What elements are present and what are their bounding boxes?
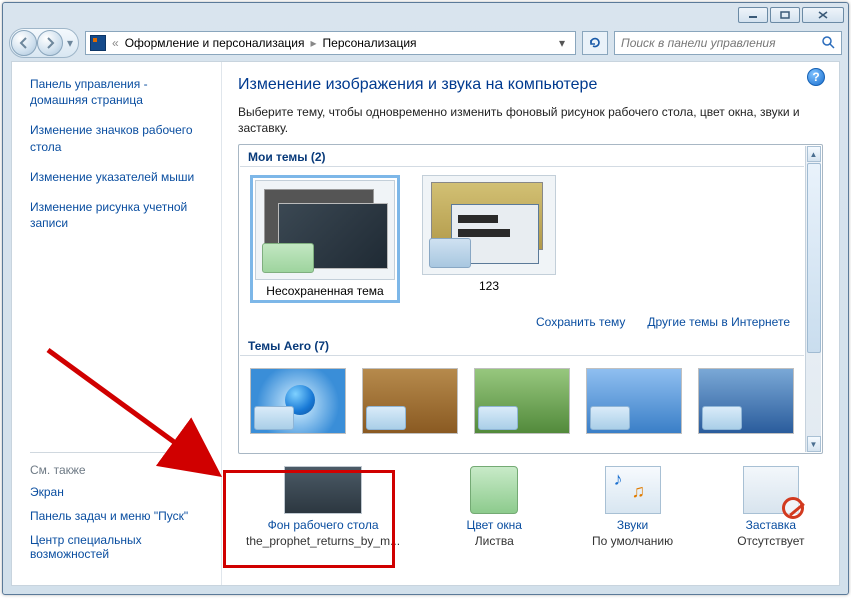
search-icon <box>821 35 835 52</box>
scroll-up-button[interactable]: ▲ <box>807 146 821 162</box>
window-color-value: Листва <box>475 534 514 548</box>
sounds-link[interactable]: Звуки <box>617 518 648 532</box>
forward-button[interactable] <box>37 30 63 56</box>
refresh-button[interactable] <box>582 31 608 55</box>
desktop-background-thumb <box>284 466 362 514</box>
maximize-button[interactable] <box>770 7 800 23</box>
theme-123[interactable]: 123 <box>420 175 558 303</box>
sounds-value: По умолчанию <box>592 534 673 548</box>
window-color-thumb <box>470 466 518 514</box>
theme-label: Несохраненная тема <box>266 284 383 298</box>
sidebar-link-desktop-icons[interactable]: Изменение значков рабочего стола <box>30 122 207 154</box>
save-theme-link[interactable]: Сохранить тему <box>536 315 625 329</box>
section-aero-themes: Темы Aero (7) <box>240 335 804 356</box>
search-placeholder: Поиск в панели управления <box>621 36 776 50</box>
page-description: Выберите тему, чтобы одновременно измени… <box>238 104 823 136</box>
screensaver-value: Отсутствует <box>737 534 804 548</box>
breadcrumb-chevron-icon: « <box>110 36 121 50</box>
breadcrumb-personalization[interactable]: Персонализация <box>319 36 421 50</box>
sidebar-link-account-picture[interactable]: Изменение рисунка учетной записи <box>30 199 207 231</box>
scroll-down-button[interactable]: ▼ <box>807 436 821 452</box>
themes-list: Мои темы (2) Несохраненная тема <box>238 144 823 454</box>
address-dropdown-icon[interactable]: ▾ <box>553 36 571 50</box>
setting-sounds[interactable]: Звуки По умолчанию <box>588 466 676 548</box>
window-color-link[interactable]: Цвет окна <box>467 518 522 532</box>
theme-unsaved[interactable]: Несохраненная тема <box>250 175 400 303</box>
theme-aero-nature[interactable] <box>698 368 794 434</box>
setting-screensaver[interactable]: Заставка Отсутствует <box>727 466 815 548</box>
sidebar-link-mouse-pointers[interactable]: Изменение указателей мыши <box>30 169 207 185</box>
sounds-thumb <box>605 466 661 514</box>
theme-aero-windows7[interactable] <box>250 368 346 434</box>
control-panel-home-link[interactable]: Панель управления - домашняя страница <box>30 76 207 108</box>
theme-label: 123 <box>479 279 499 293</box>
section-my-themes: Мои темы (2) <box>240 146 804 167</box>
see-also-display[interactable]: Экран <box>30 485 207 499</box>
minimize-button[interactable] <box>738 7 768 23</box>
breadcrumb-appearance[interactable]: Оформление и персонализация <box>121 36 309 50</box>
breadcrumb-chevron-icon: ▸ <box>308 36 318 50</box>
setting-window-color[interactable]: Цвет окна Листва <box>450 466 538 548</box>
theme-aero-landscapes[interactable] <box>586 368 682 434</box>
see-also-header: См. также <box>30 463 207 477</box>
theme-aero-architecture[interactable] <box>362 368 458 434</box>
nav-dropdown-button[interactable]: ▾ <box>63 36 77 50</box>
see-also-ease-of-access[interactable]: Центр специальных возможностей <box>30 533 207 561</box>
page-title: Изменение изображения и звука на компьют… <box>238 76 823 94</box>
screensaver-link[interactable]: Заставка <box>746 518 797 532</box>
desktop-background-value: the_prophet_returns_by_m... <box>246 534 400 548</box>
see-also-taskbar[interactable]: Панель задач и меню "Пуск" <box>30 509 207 523</box>
address-bar[interactable]: « Оформление и персонализация ▸ Персонал… <box>85 31 576 55</box>
more-themes-online-link[interactable]: Другие темы в Интернете <box>647 315 790 329</box>
screensaver-thumb <box>743 466 799 514</box>
desktop-background-link[interactable]: Фон рабочего стола <box>268 518 379 532</box>
help-button[interactable]: ? <box>807 68 825 86</box>
control-panel-icon <box>90 35 106 51</box>
none-icon <box>782 497 804 519</box>
scrollbar[interactable]: ▲ ▼ <box>805 146 821 452</box>
setting-desktop-background[interactable]: Фон рабочего стола the_prophet_returns_b… <box>246 466 400 548</box>
search-input[interactable]: Поиск в панели управления <box>614 31 842 55</box>
theme-aero-characters[interactable] <box>474 368 570 434</box>
scroll-thumb[interactable] <box>807 163 821 353</box>
back-button[interactable] <box>11 30 37 56</box>
close-button[interactable] <box>802 7 844 23</box>
